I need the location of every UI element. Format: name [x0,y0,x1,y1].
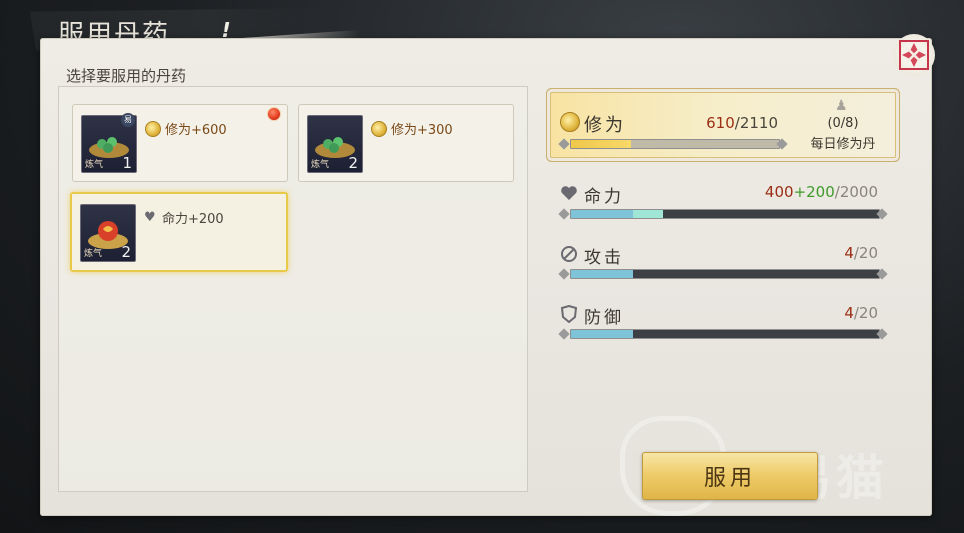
life-value: 400+200/2000 [708,183,878,201]
life-max: /2000 [834,183,878,201]
xiuwei-current: 610 [706,114,735,132]
daily-name: 每日修为丹 [810,137,876,152]
daily-xiuwei-pill: (0/8) 每日修为丹 [802,98,884,152]
pill-count: 2 [348,154,358,172]
xiuwei-progress-bar [570,139,780,149]
shield-icon [560,305,578,323]
attack-bar [570,269,880,279]
xiuwei-progress-fill [571,140,632,148]
xiuwei-value: 610/2110 [608,114,778,132]
xiuwei-icon [145,120,161,137]
pill-card-xiuwei-300[interactable]: 炼气 2 修为+300 [298,104,514,182]
pill-effect: ♥ 命力+200 [144,208,224,228]
pill-tag: 炼气 [84,249,103,259]
attack-value: 4/20 [708,244,878,262]
defense-max: /20 [853,304,878,322]
pill-tag: 炼气 [85,160,104,170]
pill-count: 2 [121,243,131,261]
attack-label: 攻击 [584,248,624,268]
pill-effect-text: 命力+200 [162,212,224,227]
defense-label: 防御 [584,308,624,328]
xiuwei-icon [371,120,387,137]
attack-base: 4 [844,244,854,262]
life-plus: +200 [793,183,835,201]
sword-icon [561,246,577,262]
heart-icon [561,186,577,200]
life-base: 400 [764,183,794,201]
pill-image: 炼气 2 [307,115,363,173]
pill-select-label: 选择要服用的丹药 [66,67,187,85]
help-icon[interactable]: ! [216,20,236,40]
defense-bar [570,329,880,339]
heart-icon: ♥ [144,209,156,225]
pill-image: 炼气 2 [80,204,136,262]
attack-bar-fill [571,270,633,278]
use-button[interactable]: 服用 [642,452,818,500]
pill-effect-text: 修为+300 [391,123,453,138]
close-icon [899,40,929,70]
pill-effect: 修为+300 [371,119,453,138]
life-label: 命力 [584,187,624,207]
defense-value: 4/20 [708,304,878,322]
pill-count: 1 [122,154,132,172]
pill-effect: 修为+600 [145,119,227,138]
xiuwei-icon [560,112,580,132]
life-bar [570,209,880,219]
trade-badge: 易 [121,113,135,127]
attack-max: /20 [853,244,878,262]
pill-effect-text: 修为+600 [165,123,227,138]
life-bar-add [632,210,664,218]
notification-dot [267,107,281,121]
life-bar-fill [571,210,633,218]
defense-base: 4 [844,304,854,322]
pill-tag: 炼气 [311,160,330,170]
daily-count: (0/8) [827,116,859,131]
close-button[interactable] [893,34,935,76]
pill-card-xiuwei-600[interactable]: 炼气 1 易 修为+600 [72,104,288,182]
pill-card-life-200[interactable]: 炼气 2 ♥ 命力+200 [70,192,288,272]
defense-bar-fill [571,330,633,338]
xiuwei-max: /2110 [734,114,778,132]
